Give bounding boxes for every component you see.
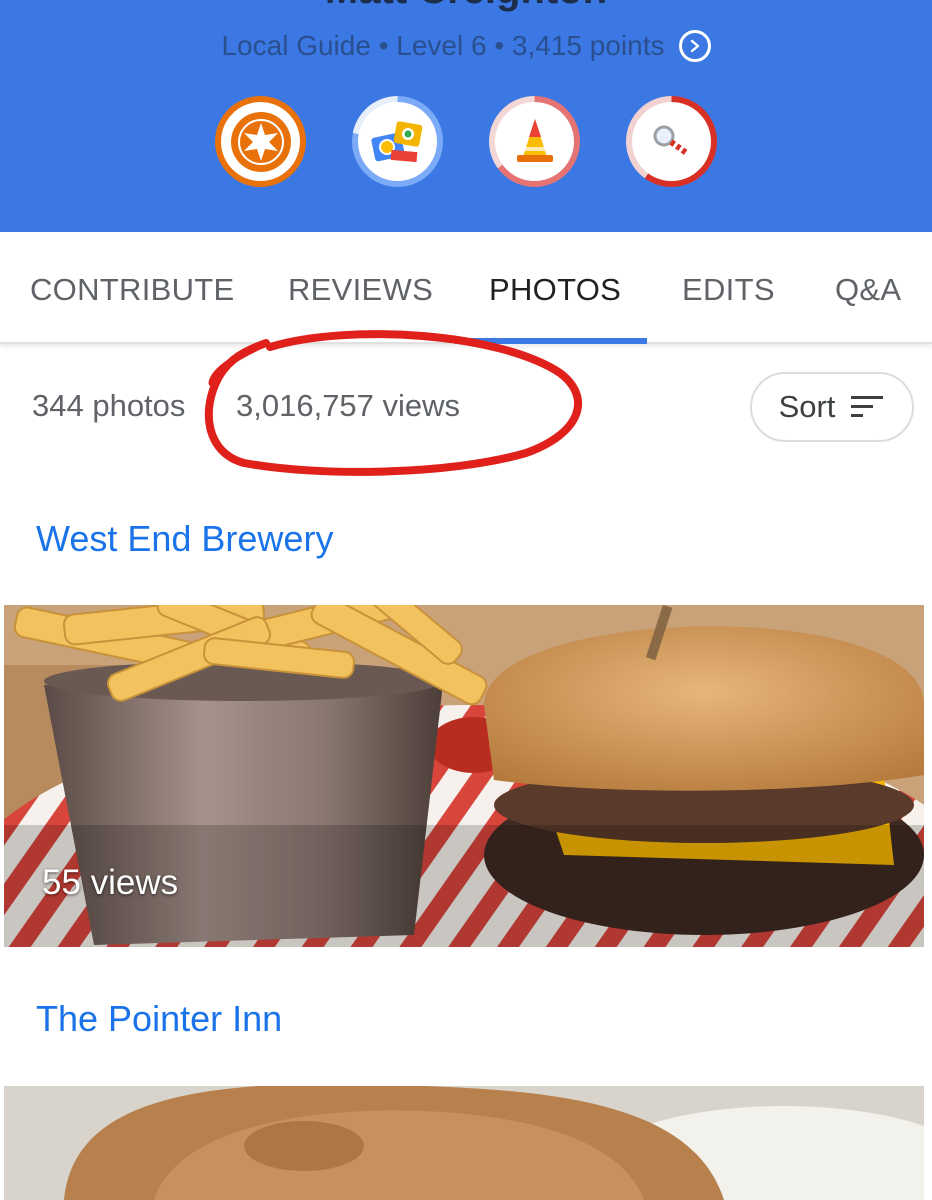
pie-photo: [4, 1086, 924, 1200]
tab-edits[interactable]: EDITS: [682, 272, 775, 308]
badge-camera[interactable]: [352, 96, 443, 187]
badge-cone[interactable]: [489, 96, 580, 187]
chevron-right-icon[interactable]: [678, 30, 711, 62]
camera-badge-icon: [370, 120, 422, 162]
badge-star[interactable]: [215, 96, 306, 187]
star-badge-icon: [230, 111, 291, 172]
view-count: 3,016,757 views: [236, 388, 461, 423]
photo-count: 344 photos: [32, 388, 186, 423]
place-title-west-end-brewery[interactable]: West End Brewery: [36, 518, 333, 560]
magnifier-badge-icon: [653, 125, 690, 156]
badges-row: [0, 96, 932, 187]
tab-photos[interactable]: PHOTOS: [489, 272, 621, 308]
cone-badge-icon: [516, 118, 553, 162]
sort-button[interactable]: Sort: [750, 372, 914, 442]
local-guide-status: Local Guide • Level 6 • 3,415 points: [221, 30, 665, 61]
local-guide-line[interactable]: Local Guide • Level 6 • 3,415 points: [0, 30, 932, 62]
profile-name: Matt Creighton: [0, 0, 932, 13]
tab-reviews[interactable]: REVIEWS: [288, 272, 433, 308]
profile-header: Matt Creighton Local Guide • Level 6 • 3…: [0, 0, 932, 232]
profile-tabs: CONTRIBUTE REVIEWS PHOTOS EDITS Q&A: [0, 234, 932, 344]
sort-label: Sort: [778, 389, 836, 424]
photo-burger-fries[interactable]: 55 views: [4, 605, 924, 947]
active-tab-indicator: [455, 338, 647, 344]
sort-icon: [851, 396, 884, 417]
place-title-the-pointer-inn[interactable]: The Pointer Inn: [36, 998, 282, 1040]
photo-view-count: 55 views: [42, 863, 179, 902]
tab-contribute[interactable]: CONTRIBUTE: [30, 272, 235, 308]
tab-qa[interactable]: Q&A: [835, 272, 901, 308]
badge-magnifier[interactable]: [626, 96, 717, 187]
photo-pie[interactable]: [4, 1086, 924, 1200]
